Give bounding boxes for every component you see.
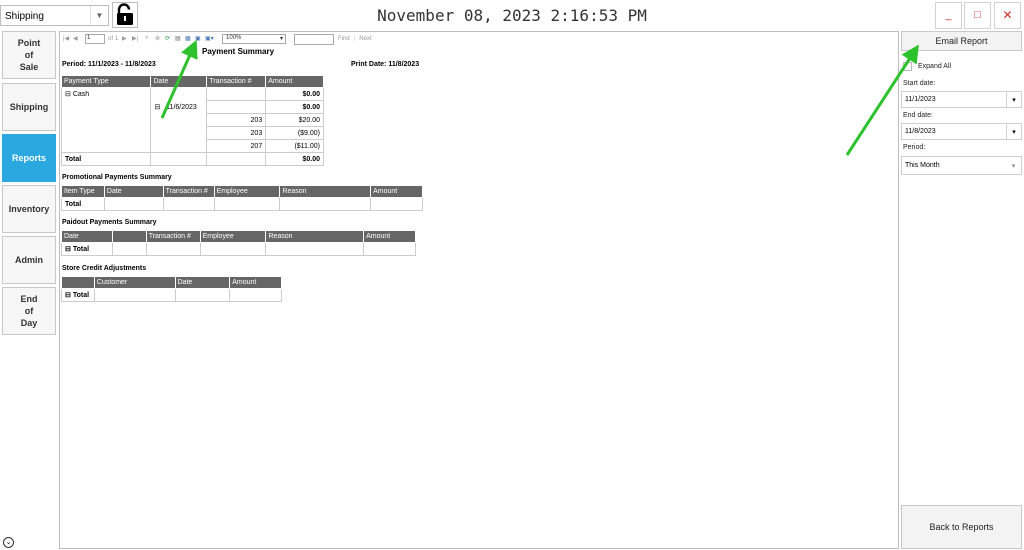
annotation-arrows [160,39,919,156]
annotation-arrow-print [160,39,198,119]
annotation-arrow-email [845,44,919,156]
